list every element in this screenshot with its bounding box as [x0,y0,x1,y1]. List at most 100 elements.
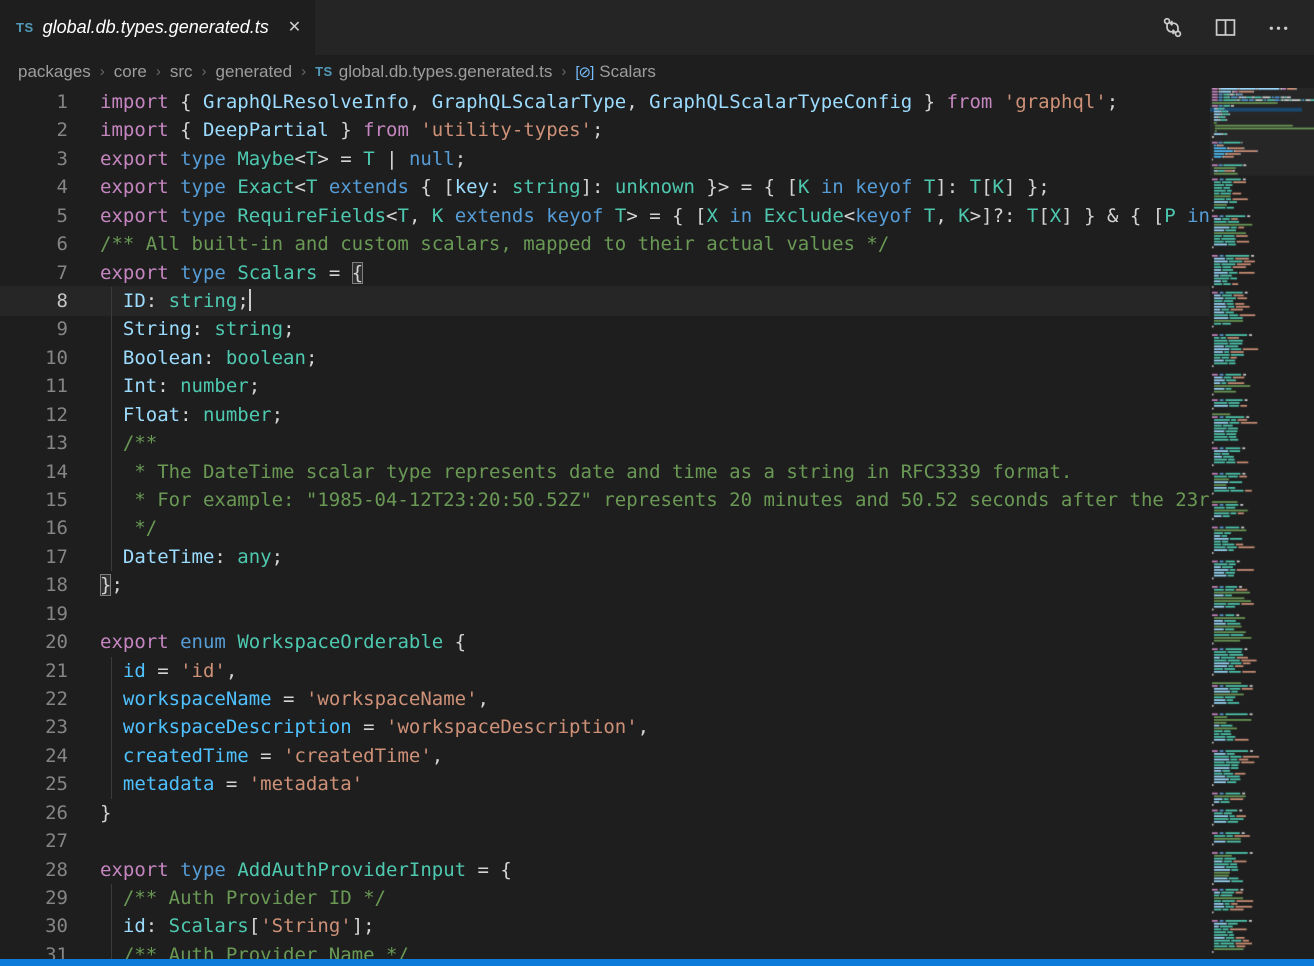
code-text: ID: string; [100,287,251,315]
code-editor[interactable]: 1import { GraphQLResolveInfo, GraphQLSca… [0,88,1210,966]
code-text: export type Scalars = { [100,259,363,287]
code-line-21[interactable]: 21 id = 'id', [0,657,1210,685]
line-number: 4 [0,173,68,201]
text-cursor [249,289,251,311]
code-line-10[interactable]: 10 Boolean: boolean; [0,344,1210,372]
code-text: export enum WorkspaceOrderable { [100,628,466,656]
code-line-23[interactable]: 23 workspaceDescription = 'workspaceDesc… [0,713,1210,741]
line-number: 15 [0,486,68,514]
breadcrumb-separator: › [100,63,105,80]
breadcrumb-label: packages [18,62,91,82]
line-number: 28 [0,856,68,884]
more-actions-icon[interactable] [1267,16,1290,39]
code-text: * The DateTime scalar type represents da… [100,458,1072,486]
line-number: 11 [0,372,68,400]
breadcrumb-item-src[interactable]: src [170,62,193,82]
code-line-29[interactable]: 29 /** Auth Provider ID */ [0,884,1210,912]
line-number: 1 [0,88,68,116]
breadcrumb-label: global.db.types.generated.ts [339,62,553,82]
code-text: import { DeepPartial } from 'utility-typ… [100,116,603,144]
line-number: 19 [0,600,68,628]
code-line-6[interactable]: 6/** All built-in and custom scalars, ma… [0,230,1210,258]
code-line-19[interactable]: 19 [0,600,1210,628]
code-text: workspaceDescription = 'workspaceDescrip… [100,713,649,741]
code-line-8[interactable]: 8 ID: string; [0,287,1210,315]
code-text: * For example: "1985-04-12T23:20:50.52Z"… [100,486,1210,514]
split-editor-icon[interactable] [1214,16,1237,39]
line-number: 29 [0,884,68,912]
breadcrumb-item-core[interactable]: core [114,62,147,82]
typescript-file-icon: TS [315,64,333,79]
code-line-18[interactable]: 18}; [0,571,1210,599]
line-number: 30 [0,912,68,940]
tab-global-db-types[interactable]: TS global.db.types.generated.ts ✕ [0,0,315,55]
code-line-28[interactable]: 28export type AddAuthProviderInput = { [0,856,1210,884]
line-number: 10 [0,344,68,372]
code-line-2[interactable]: 2 import { DeepPartial } from 'utility-ty… [0,116,1210,144]
code-line-16[interactable]: 16 */ [0,514,1210,542]
line-number: 24 [0,742,68,770]
breadcrumb-item-global-db-types-generated-ts[interactable]: TS global.db.types.generated.ts [315,62,552,82]
code-text: id: Scalars['String']; [100,912,375,940]
line-number: 2 [0,116,68,144]
code-line-11[interactable]: 11 Int: number; [0,372,1210,400]
breadcrumb-item-scalars[interactable]: [⊘]Scalars [575,62,656,82]
code-text: metadata = 'metadata' [100,770,363,798]
code-line-17[interactable]: 17 DateTime: any; [0,543,1210,571]
line-number: 13 [0,429,68,457]
breadcrumb-label: generated [216,62,293,82]
code-line-12[interactable]: 12 Float: number; [0,401,1210,429]
code-text: workspaceName = 'workspaceName', [100,685,489,713]
code-line-4[interactable]: 4export type Exact<T extends { [key: str… [0,173,1210,201]
code-line-27[interactable]: 27 [0,827,1210,855]
code-text: } [100,799,111,827]
editor-actions [1161,0,1314,55]
line-number: 7 [0,259,68,287]
code-line-24[interactable]: 24 createdTime = 'createdTime', [0,742,1210,770]
tab-strip: TS global.db.types.generated.ts ✕ [0,0,1314,55]
code-line-1[interactable]: 1import { GraphQLResolveInfo, GraphQLSca… [0,88,1210,116]
minimap[interactable] [1210,88,1314,966]
line-number: 16 [0,514,68,542]
code-line-15[interactable]: 15 * For example: "1985-04-12T23:20:50.5… [0,486,1210,514]
breadcrumb-separator: › [156,63,161,80]
tab-close-icon[interactable]: ✕ [288,20,301,36]
code-line-7[interactable]: 7 export type Scalars = { [0,259,1210,287]
code-line-14[interactable]: 14 * The DateTime scalar type represents… [0,458,1210,486]
code-text: */ [100,514,157,542]
code-line-25[interactable]: 25 metadata = 'metadata' [0,770,1210,798]
code-line-30[interactable]: 30 id: Scalars['String']; [0,912,1210,940]
code-line-22[interactable]: 22 workspaceName = 'workspaceName', [0,685,1210,713]
compare-changes-icon[interactable] [1161,16,1184,39]
code-text: /** All built-in and custom scalars, map… [100,230,889,258]
line-number: 22 [0,685,68,713]
breadcrumb-label: Scalars [599,62,656,82]
breadcrumb-item-packages[interactable]: packages [18,62,91,82]
line-number: 21 [0,657,68,685]
code-line-9[interactable]: 9 String: string; [0,315,1210,343]
breadcrumb-label: src [170,62,193,82]
typescript-file-icon: TS [16,20,34,35]
code-line-26[interactable]: 26} [0,799,1210,827]
breadcrumb: packages›core›src›generated›TSglobal.db.… [0,55,1314,88]
breadcrumb-item-generated[interactable]: generated [216,62,293,82]
code-text: String: string; [100,315,295,343]
code-text: id = 'id', [100,657,237,685]
code-text: Boolean: boolean; [100,344,317,372]
code-line-20[interactable]: 20 export enum WorkspaceOrderable { [0,628,1210,656]
line-number: 20 [0,628,68,656]
breadcrumb-label: core [114,62,147,82]
line-number: 3 [0,145,68,173]
code-line-3[interactable]: 3 export type Maybe<T> = T | null; [0,145,1210,173]
code-text: Int: number; [100,372,260,400]
line-number: 12 [0,401,68,429]
tab-title: global.db.types.generated.ts [43,17,269,38]
code-text: }; [100,571,123,599]
line-number: 5 [0,202,68,230]
code-text: export type RequireFields<T, K extends k… [100,202,1210,230]
code-line-13[interactable]: 13 /** [0,429,1210,457]
line-number: 23 [0,713,68,741]
code-text: export type Maybe<T> = T | null; [100,145,466,173]
code-line-5[interactable]: 5 export type RequireFields<T, K extends … [0,202,1210,230]
line-number: 14 [0,458,68,486]
